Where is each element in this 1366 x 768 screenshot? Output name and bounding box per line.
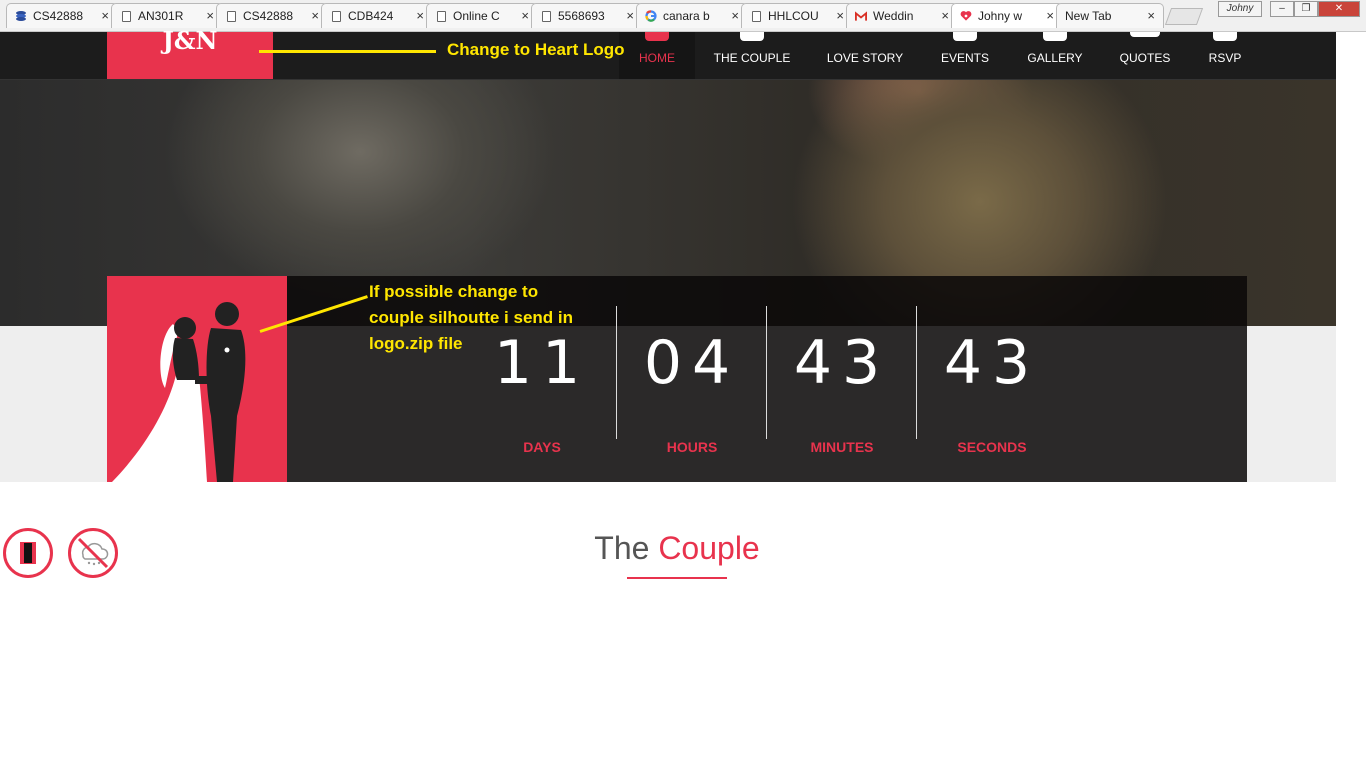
browser-tab-active[interactable]: Johny w ×	[951, 3, 1063, 28]
nav-home[interactable]: HOME	[619, 32, 695, 79]
nav-label: GALLERY	[1027, 51, 1083, 65]
tab-label: Online C	[453, 9, 500, 23]
tab-label: New Tab	[1065, 9, 1112, 23]
hours-label: HOURS	[666, 439, 718, 455]
close-icon[interactable]: ×	[311, 8, 319, 23]
nav-the-couple[interactable]: THE COUPLE	[704, 32, 800, 79]
document-icon	[750, 10, 762, 23]
browser-tab[interactable]: AN301R ×	[111, 3, 223, 28]
tab-label: AN301R	[138, 9, 184, 23]
close-icon[interactable]: ×	[1046, 8, 1054, 23]
logo-annotation-line	[259, 50, 436, 53]
days-label: DAYS	[523, 439, 561, 455]
nav-love-story[interactable]: LOVE STORY	[817, 32, 913, 79]
couple-icon	[740, 32, 764, 41]
tab-label: HHLCOU	[768, 9, 819, 23]
nav-label: LOVE STORY	[826, 51, 904, 65]
document-icon	[225, 10, 237, 23]
restore-button[interactable]: ❐	[1294, 1, 1318, 17]
profile-button[interactable]: Johny	[1218, 1, 1262, 17]
section-title-plain: The	[594, 530, 650, 566]
countdown-seconds: 43 SECONDS	[917, 276, 1067, 482]
nav-label: THE COUPLE	[713, 51, 791, 65]
section-title-highlight: Couple	[658, 530, 760, 566]
silhouette-annotation: If possible change to couple silhoutte i…	[369, 279, 573, 357]
logo-annotation: Change to Heart Logo	[447, 40, 625, 59]
seconds-value: 43	[943, 328, 1041, 398]
nav-events[interactable]: EVENTS	[930, 32, 1000, 79]
logo-text: J&N	[162, 26, 218, 55]
nav-label: RSVP	[1208, 51, 1242, 65]
close-icon[interactable]: ×	[416, 8, 424, 23]
site-logo[interactable]: J&N	[107, 26, 273, 79]
minimize-button[interactable]: –	[1270, 1, 1294, 17]
gmail-icon	[855, 10, 867, 23]
browser-tab[interactable]: HHLCOU ×	[741, 3, 853, 28]
new-tab-button[interactable]	[1164, 8, 1204, 25]
browser-tab[interactable]: 5568693 ×	[531, 3, 643, 28]
browser-tab[interactable]: CS42888 ×	[216, 3, 328, 28]
couple-silhouette	[107, 276, 287, 482]
tab-label: canara b	[663, 9, 710, 23]
nav-label: QUOTES	[1119, 51, 1171, 65]
nav-quotes[interactable]: QUOTES	[1110, 32, 1180, 79]
section-title-underline	[627, 577, 727, 579]
rsvp-icon	[1213, 32, 1237, 41]
hours-value: 04	[643, 328, 741, 398]
close-icon[interactable]: ×	[731, 8, 739, 23]
document-icon	[120, 10, 132, 23]
tab-label: CDB424	[348, 9, 394, 23]
browser-tab[interactable]: Online C ×	[426, 3, 538, 28]
quotes-icon	[1130, 32, 1160, 37]
close-icon[interactable]: ×	[1147, 8, 1155, 23]
couple-silhouette-icon	[112, 302, 246, 482]
gallery-icon	[1043, 32, 1067, 41]
browser-tab[interactable]: CDB424 ×	[321, 3, 433, 28]
nav-label: HOME	[639, 51, 675, 65]
annotation-line-1: If possible change to	[369, 282, 539, 301]
close-icon[interactable]: ×	[521, 8, 529, 23]
browser-tab[interactable]: New Tab ×	[1056, 3, 1164, 28]
tab-label: CS42888	[33, 9, 84, 23]
google-icon	[645, 10, 657, 23]
close-window-button[interactable]: ✕	[1318, 1, 1360, 17]
document-icon	[435, 10, 447, 23]
section-title: The Couple	[0, 530, 1354, 567]
countdown-hours: 04 HOURS	[617, 276, 767, 482]
nav-label: EVENTS	[940, 51, 989, 65]
stack-icon	[15, 10, 27, 23]
browser-tab[interactable]: canara b ×	[636, 3, 748, 28]
annotation-line-3: logo.zip file	[369, 334, 463, 353]
heart-icon	[960, 10, 972, 23]
close-icon[interactable]: ×	[626, 8, 634, 23]
home-icon	[645, 32, 669, 41]
countdown-minutes: 43 MINUTES	[767, 276, 917, 482]
tab-label: Weddin	[873, 9, 914, 23]
document-icon	[540, 10, 552, 23]
tab-label: Johny w	[978, 9, 1023, 23]
browser-tab[interactable]: CS42888 ×	[6, 3, 118, 28]
nav-gallery[interactable]: GALLERY	[1020, 32, 1090, 79]
close-icon[interactable]: ×	[836, 8, 844, 23]
browser-tab[interactable]: Weddin ×	[846, 3, 958, 28]
annotation-line-2: couple silhoutte i send in	[369, 308, 574, 327]
tab-label: CS42888	[243, 9, 294, 23]
seconds-label: SECONDS	[957, 439, 1027, 455]
nav-rsvp[interactable]: RSVP	[1195, 32, 1255, 79]
close-icon[interactable]: ×	[206, 8, 214, 23]
minutes-label: MINUTES	[810, 439, 874, 455]
document-icon	[330, 10, 342, 23]
close-icon[interactable]: ×	[941, 8, 949, 23]
tab-label: 5568693	[558, 9, 605, 23]
events-icon	[953, 32, 977, 41]
close-icon[interactable]: ×	[101, 8, 109, 23]
minutes-value: 43	[793, 328, 891, 398]
